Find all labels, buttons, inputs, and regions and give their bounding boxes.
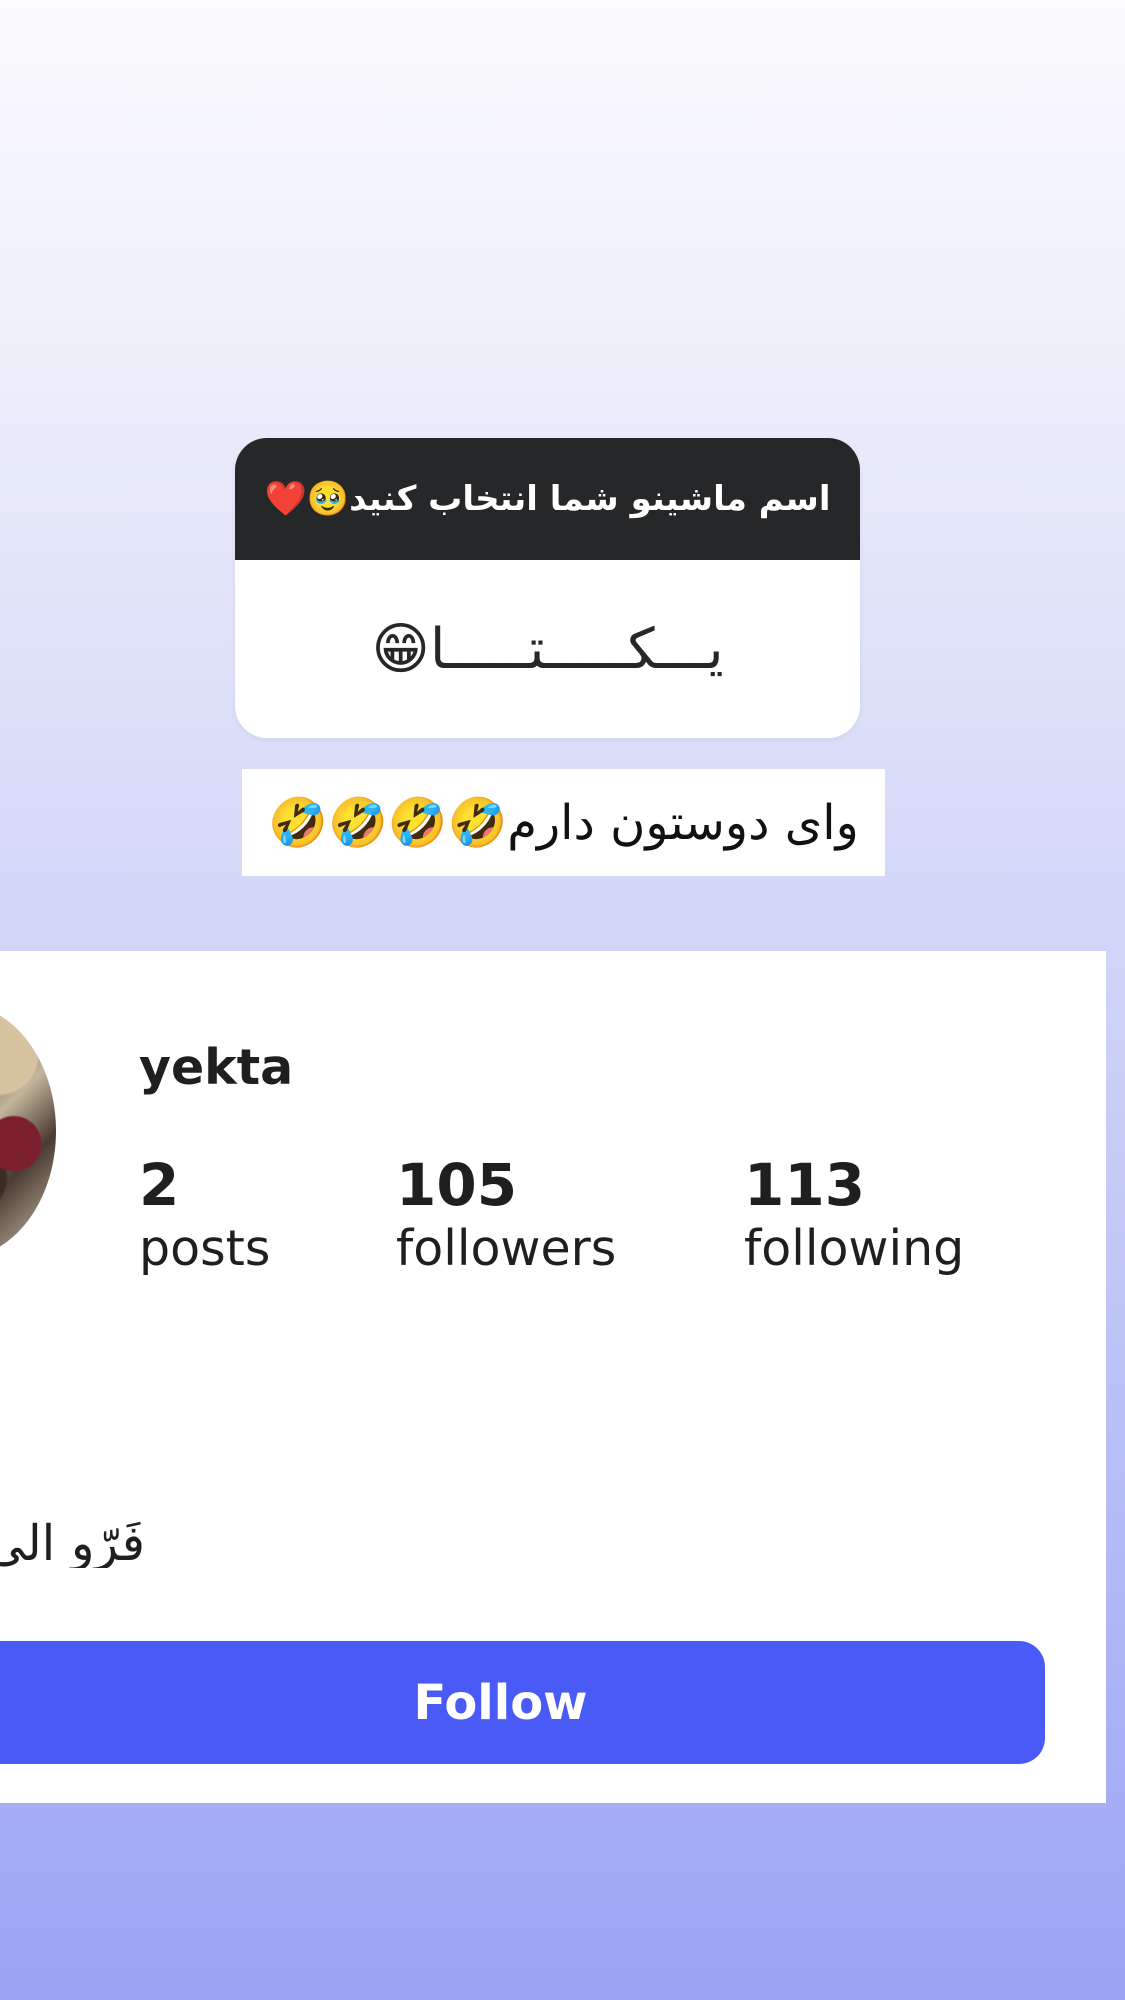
followers-stat[interactable]: 105 followers <box>396 1156 616 1273</box>
following-count: 113 <box>744 1151 866 1219</box>
avatar[interactable] <box>0 1004 56 1258</box>
follow-button[interactable]: Follow <box>0 1641 1045 1764</box>
question-answer: یـــکـــــتـــــا😁 <box>371 616 724 682</box>
posts-count: 2 <box>139 1151 180 1219</box>
following-label: following <box>744 1220 965 1277</box>
following-stat[interactable]: 113 following <box>744 1156 964 1273</box>
profile-bio: فَرّو الی <box>0 1519 145 1568</box>
posts-stat[interactable]: 2 posts <box>139 1156 270 1273</box>
story-caption: وای دوستون دارم🤣🤣🤣🤣 <box>242 769 885 876</box>
question-sticker[interactable]: اسم ماشینو شما انتخاب کنید🥹❤️ یـــکـــــ… <box>235 438 860 738</box>
profile-card[interactable]: yekta 2 posts 105 followers 113 followin… <box>0 951 1106 1803</box>
username: yekta <box>139 1039 294 1096</box>
question-prompt: اسم ماشینو شما انتخاب کنید🥹❤️ <box>235 438 860 560</box>
followers-label: followers <box>396 1220 617 1277</box>
followers-count: 105 <box>396 1151 518 1219</box>
posts-label: posts <box>139 1220 271 1277</box>
